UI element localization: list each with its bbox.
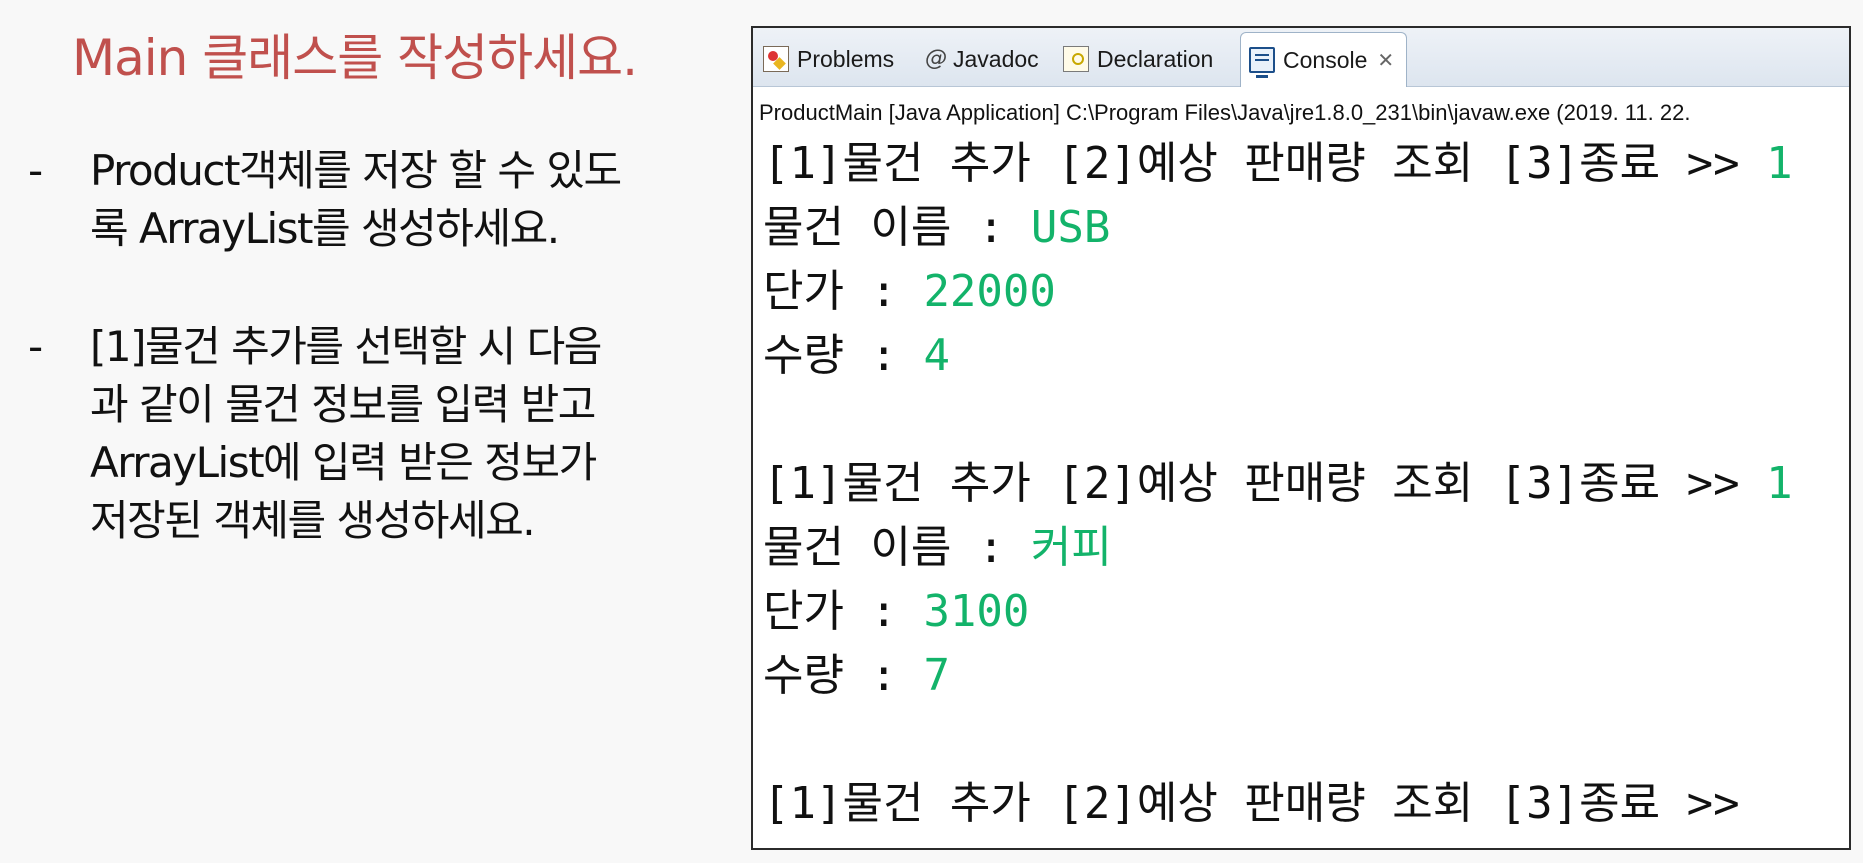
console-line: 물건 이름 : 커피	[763, 516, 1843, 580]
tab-label: Javadoc	[953, 45, 1039, 72]
bullet-line: Product객체를 저장 할 수 있도	[90, 146, 622, 195]
bullet-line: 과 같이 물건 정보를 입력 받고	[90, 380, 596, 429]
console-prompt: 물건 이름 :	[763, 522, 1031, 573]
launch-info: ProductMain [Java Application] C:\Progra…	[759, 100, 1691, 125]
bullet-line: [1]물건 추가를 선택할 시 다음	[90, 322, 602, 371]
console-prompt: 수량 :	[763, 650, 924, 701]
console-line: [1]물건 추가 [2]예상 판매량 조회 [3]종료 >> 1	[763, 132, 1843, 196]
bullet-line: 저장된 객체를 생성하세요.	[90, 496, 536, 545]
console-line: 단가 : 22000	[763, 260, 1843, 324]
bullet-text: Product객체를 저장 할 수 있도 록 ArrayList를 생성하세요.	[90, 142, 708, 258]
console-user-input: 3100	[923, 586, 1030, 637]
close-icon[interactable]: ✕	[1377, 48, 1394, 72]
declaration-icon	[1063, 46, 1089, 72]
tab-label: Declaration	[1097, 45, 1214, 72]
problems-icon	[763, 46, 789, 72]
bullet-line: 록 ArrayList를 생성하세요.	[90, 204, 560, 253]
console-line: 수량 : 4	[763, 324, 1843, 388]
console-user-input: 1	[1766, 138, 1793, 189]
console-line: 단가 : 3100	[763, 580, 1843, 644]
tab-label: Console	[1283, 46, 1368, 73]
console-prompt: [1]물건 추가 [2]예상 판매량 조회 [3]종료 >>	[763, 138, 1767, 189]
console-user-input: 커피	[1030, 522, 1112, 573]
console-icon	[1249, 47, 1275, 78]
console-user-input: 22000	[923, 266, 1056, 317]
console-prompt: 단가 :	[763, 586, 924, 637]
view-tab-bar: Problems @ Javadoc Declaration Console ✕	[753, 28, 1849, 87]
console-line: [1]물건 추가 [2]예상 판매량 조회 [3]종료 >> 1	[763, 452, 1843, 516]
console-prompt: 물건 이름 :	[763, 202, 1031, 253]
console-user-input: 1	[1766, 458, 1793, 509]
console-user-input: 7	[923, 650, 950, 701]
console-line: [1]물건 추가 [2]예상 판매량 조회 [3]종료 >>	[763, 772, 1843, 836]
slide-title: Main 클래스를 작성하세요.	[72, 29, 638, 87]
javadoc-icon: @	[925, 46, 947, 71]
console-user-input: 4	[923, 330, 950, 381]
console-user-input: USB	[1030, 202, 1111, 253]
bullet-text: [1]물건 추가를 선택할 시 다음 과 같이 물건 정보를 입력 받고 Arr…	[90, 318, 708, 550]
console-prompt: 수량 :	[763, 330, 924, 381]
instruction-bullet: - [1]물건 추가를 선택할 시 다음 과 같이 물건 정보를 입력 받고 A…	[28, 318, 708, 550]
tab-declaration[interactable]: Declaration	[1063, 36, 1213, 82]
console-prompt: 단가 :	[763, 266, 924, 317]
eclipse-console-view: Problems @ Javadoc Declaration Console ✕…	[751, 26, 1851, 850]
tab-label: Problems	[797, 45, 895, 72]
tab-problems[interactable]: Problems	[763, 36, 894, 82]
console-line: 물건 이름 : USB	[763, 196, 1843, 260]
console-prompt: [1]물건 추가 [2]예상 판매량 조회 [3]종료 >>	[763, 458, 1767, 509]
console-line: 수량 : 7	[763, 644, 1843, 708]
tab-javadoc[interactable]: @ Javadoc	[925, 36, 1039, 82]
instruction-bullet: - Product객체를 저장 할 수 있도 록 ArrayList를 생성하세…	[28, 142, 708, 258]
bullet-line: ArrayList에 입력 받은 정보가	[90, 438, 597, 487]
tab-console[interactable]: Console ✕	[1240, 32, 1408, 87]
bullet-marker: -	[28, 146, 43, 195]
console-prompt: [1]물건 추가 [2]예상 판매량 조회 [3]종료 >>	[763, 778, 1740, 829]
console-output[interactable]: [1]물건 추가 [2]예상 판매량 조회 [3]종료 >> 1 물건 이름 : …	[763, 132, 1843, 836]
bullet-marker: -	[28, 322, 43, 371]
